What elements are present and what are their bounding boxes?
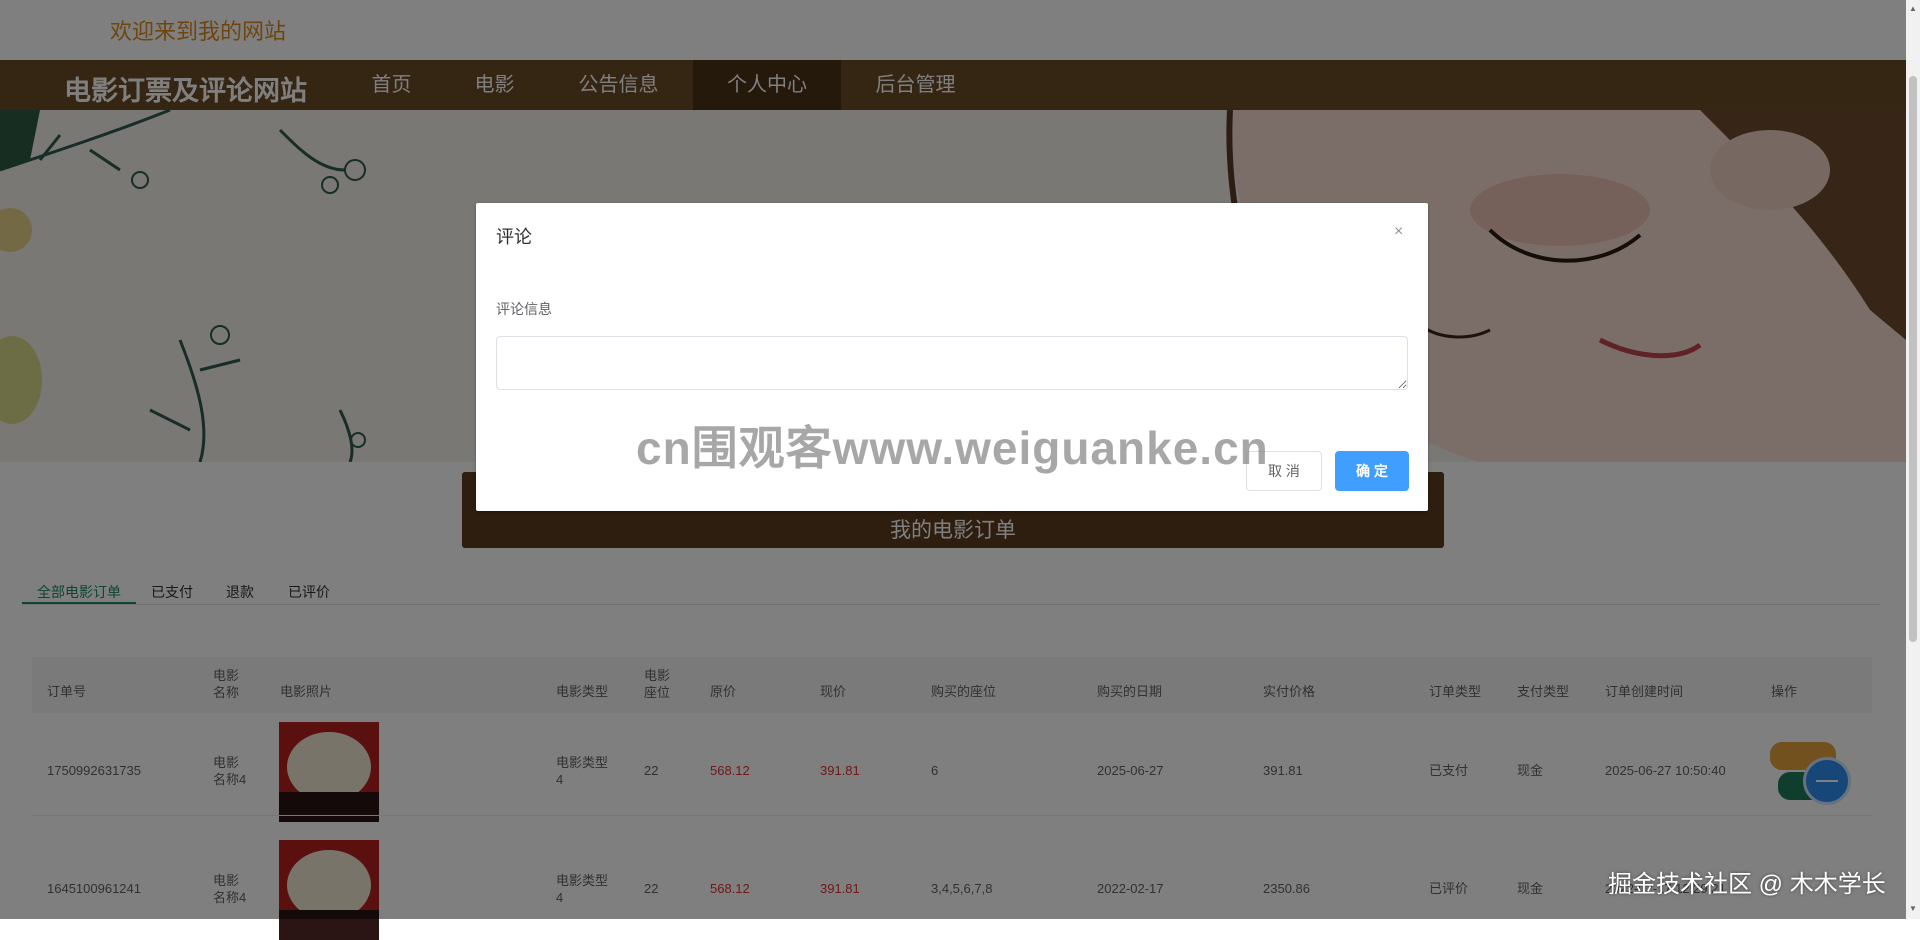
- corner-watermark: 掘金技术社区 @ 木木学长: [1608, 871, 1886, 898]
- close-icon[interactable]: ×: [1394, 223, 1403, 241]
- dialog-title: 评论: [496, 227, 532, 247]
- scroll-down-icon[interactable]: ▼: [1909, 904, 1917, 913]
- confirm-button[interactable]: 确 定: [1335, 451, 1409, 491]
- watermark-text: cn围观客www.weiguanke.cn: [636, 422, 1269, 474]
- comment-field-label: 评论信息: [496, 301, 552, 317]
- scrollbar-thumb[interactable]: [1909, 76, 1917, 642]
- page-scrollbar[interactable]: ▲ ▼: [1906, 0, 1920, 919]
- scroll-up-icon[interactable]: ▲: [1909, 4, 1917, 13]
- comment-textarea[interactable]: [496, 336, 1408, 390]
